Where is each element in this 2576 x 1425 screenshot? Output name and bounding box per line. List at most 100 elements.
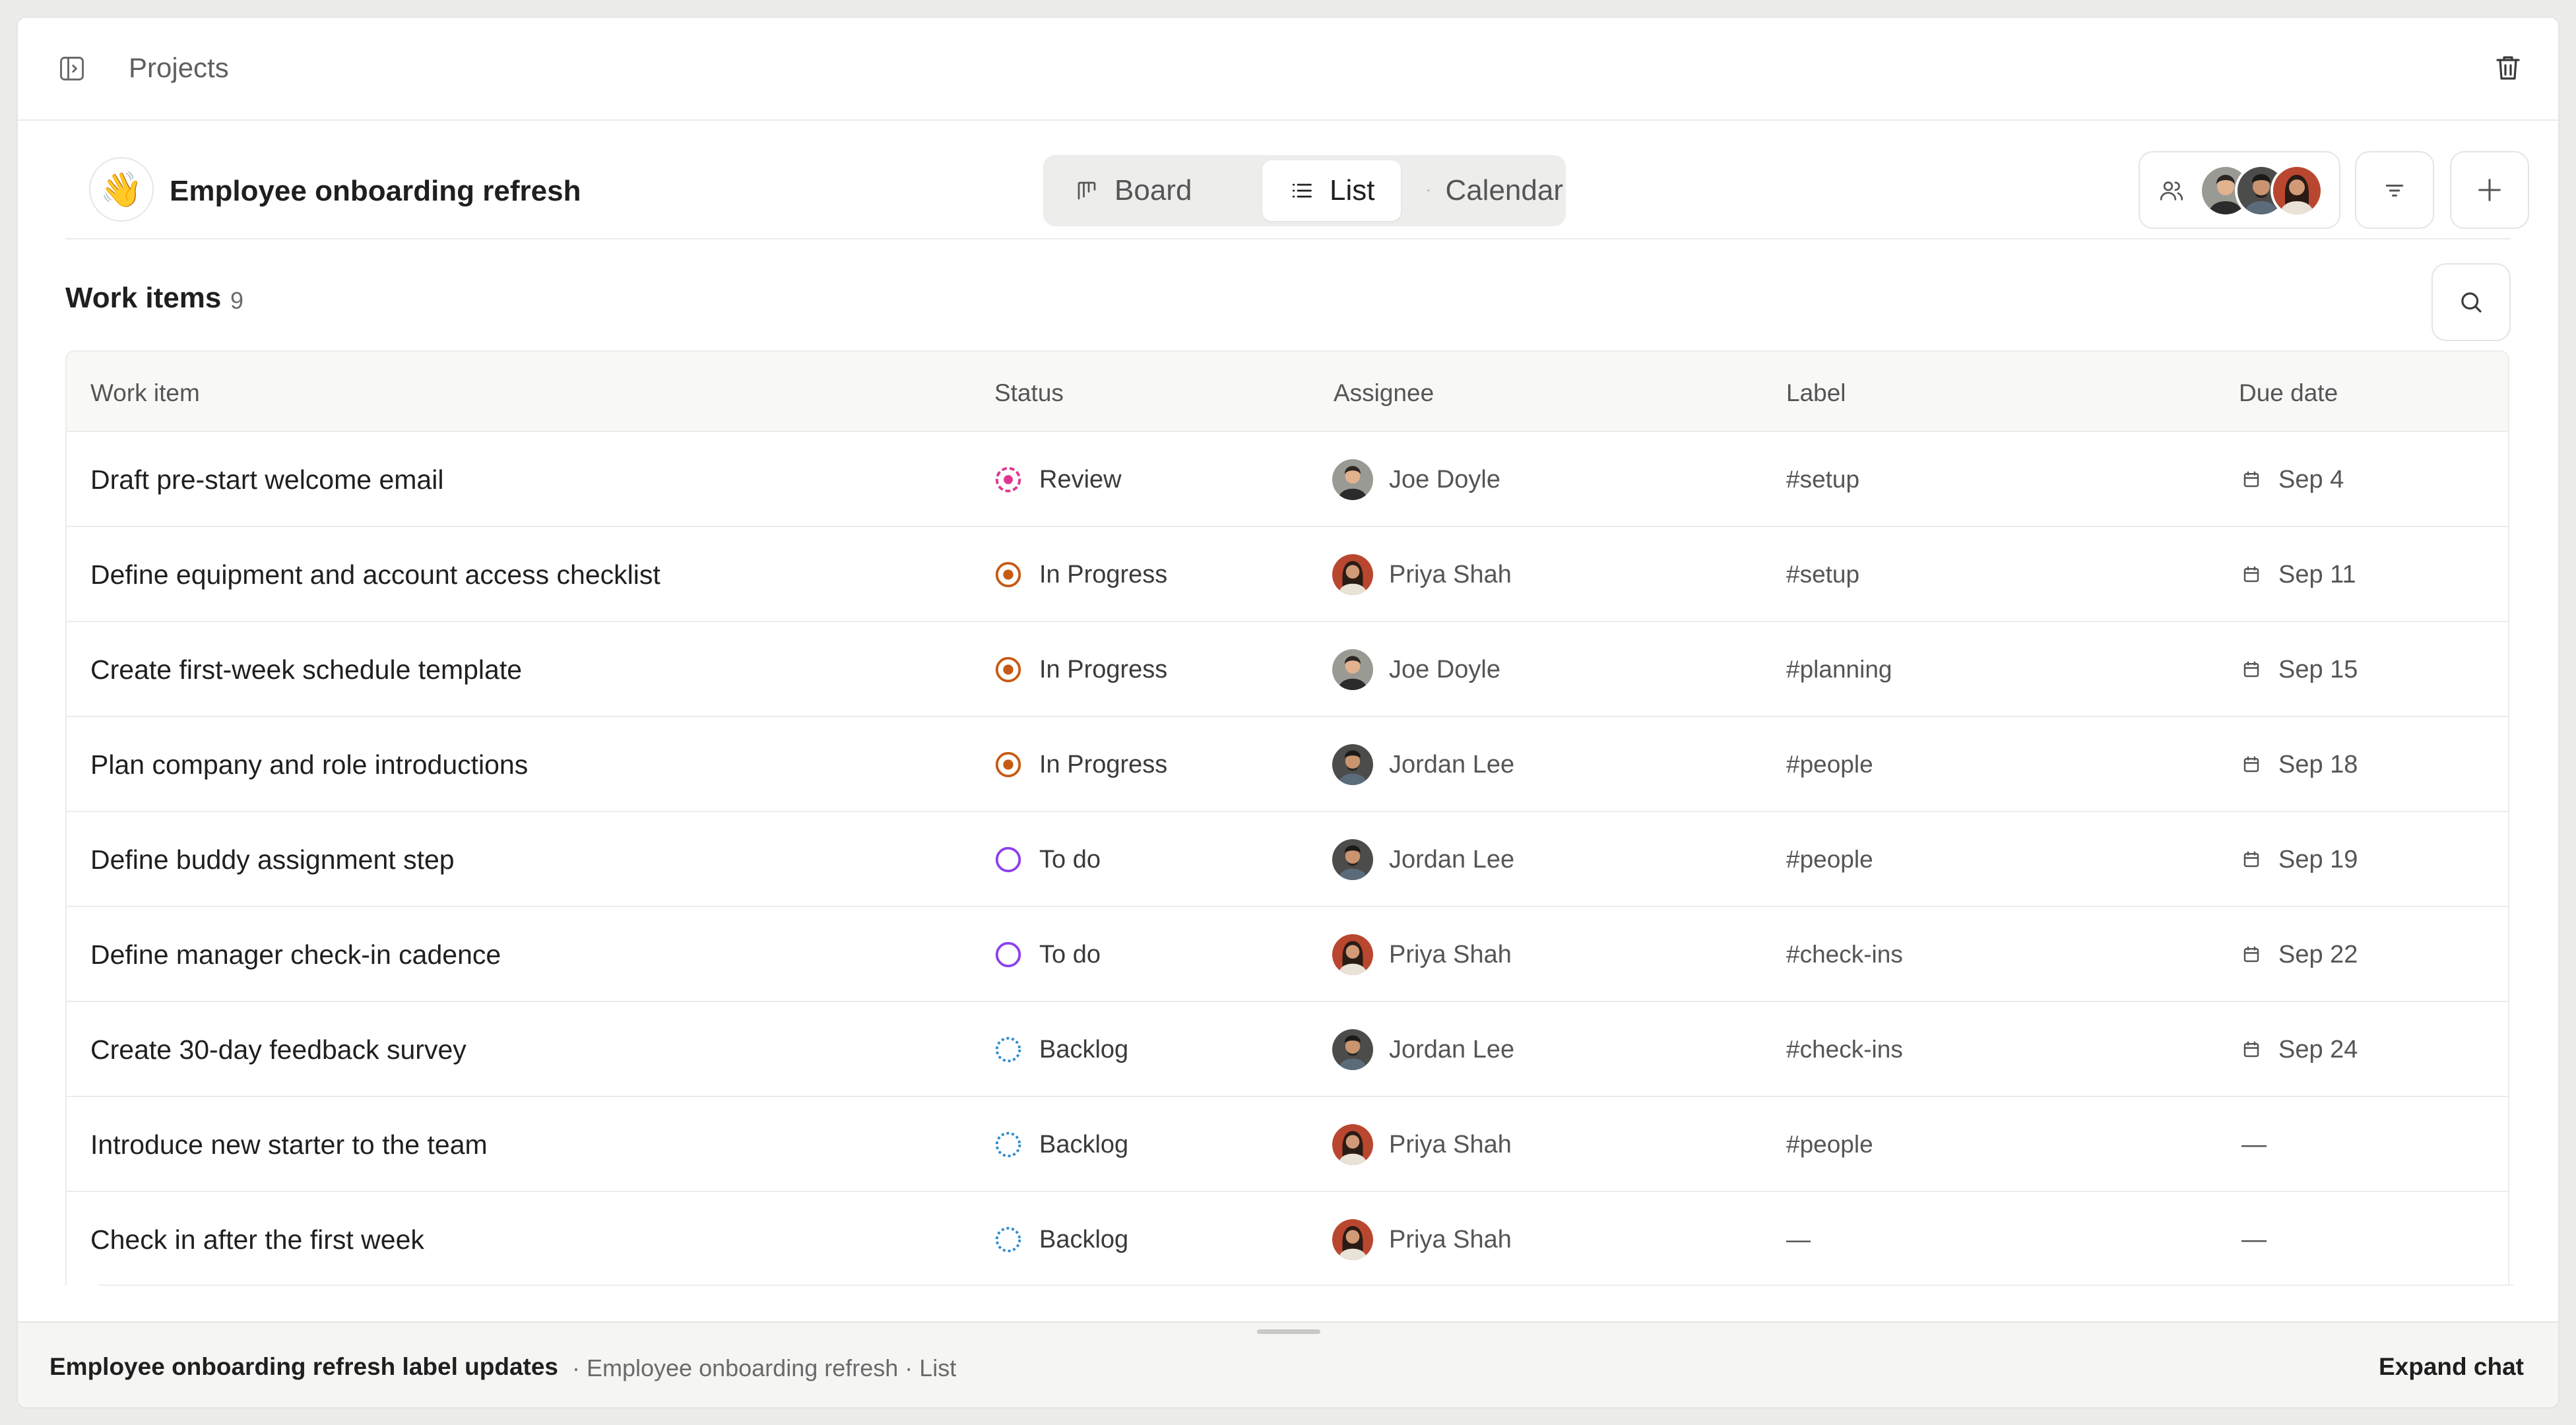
work-item-title[interactable]: Define manager check-in cadence	[90, 907, 501, 1002]
label-cell[interactable]: #setup	[1786, 527, 1859, 622]
col-work-item[interactable]: Work item	[90, 379, 200, 407]
status-cell[interactable]: To do	[993, 812, 1101, 907]
work-item-title[interactable]: Define equipment and account access chec…	[90, 527, 660, 622]
avatar	[1332, 459, 1373, 500]
table-row[interactable]: Define equipment and account access chec…	[67, 527, 2508, 622]
label-text: #check-ins	[1786, 1036, 1903, 1063]
label-text: #people	[1786, 1131, 1873, 1158]
due-date-cell[interactable]: Sep 4	[2241, 432, 2344, 527]
assignee-cell[interactable]: Jordan Lee	[1332, 812, 1514, 907]
chat-title[interactable]: Employee onboarding refresh label update…	[49, 1353, 558, 1381]
assignee-cell[interactable]: Priya Shah	[1332, 527, 1512, 622]
tab-calendar[interactable]: Calendar	[1407, 160, 1563, 221]
tab-list[interactable]: List	[1262, 160, 1401, 221]
status-cell[interactable]: Backlog	[993, 1192, 1128, 1286]
col-label[interactable]: Label	[1786, 379, 1846, 407]
label-cell[interactable]: #people	[1786, 717, 1873, 812]
assignee-cell[interactable]: Priya Shah	[1332, 907, 1512, 1002]
table-row[interactable]: Create first-week schedule template In Pr…	[67, 622, 2508, 717]
assignee-cell[interactable]: Joe Doyle	[1332, 622, 1500, 717]
status-cell[interactable]: In Progress	[993, 717, 1167, 812]
work-item-title[interactable]: Create 30-day feedback survey	[90, 1002, 467, 1097]
members-button[interactable]	[2139, 151, 2340, 229]
add-button[interactable]	[2450, 151, 2529, 229]
label-cell[interactable]: #people	[1786, 812, 1873, 907]
assignee-name: Priya Shah	[1389, 940, 1512, 968]
chat-bar: Employee onboarding refresh label update…	[18, 1321, 2558, 1407]
divider	[98, 1284, 2513, 1286]
due-date-cell[interactable]: Sep 18	[2241, 717, 2358, 812]
assignee-cell[interactable]: Priya Shah	[1332, 1097, 1512, 1192]
avatar	[1332, 1029, 1373, 1070]
status-text: In Progress	[1039, 560, 1168, 588]
status-icon	[993, 1034, 1039, 1065]
table-row[interactable]: Plan company and role introductions In Pr…	[67, 717, 2508, 812]
due-date-cell[interactable]: Sep 15	[2241, 622, 2358, 717]
label-cell[interactable]: #planning	[1786, 622, 1892, 717]
trash-icon[interactable]	[2492, 52, 2524, 84]
label-cell[interactable]: #check-ins	[1786, 907, 1903, 1002]
avatar	[1332, 554, 1373, 595]
label-cell[interactable]: #setup	[1786, 432, 1859, 527]
work-item-title[interactable]: Create first-week schedule template	[90, 622, 522, 717]
work-item-title[interactable]: Introduce new starter to the team	[90, 1097, 488, 1192]
people-icon	[2158, 177, 2185, 207]
col-assignee[interactable]: Assignee	[1334, 379, 1434, 407]
status-cell[interactable]: Review	[993, 432, 1122, 527]
due-date-cell[interactable]: —	[2241, 1097, 2267, 1192]
filter-icon	[2385, 184, 2404, 197]
table-row[interactable]: Draft pre-start welcome email Review Joe D…	[67, 432, 2508, 527]
due-date-text: Sep 19	[2278, 845, 2358, 873]
search-button[interactable]	[2431, 263, 2511, 341]
due-date-cell[interactable]: Sep 24	[2241, 1002, 2358, 1097]
due-date-cell[interactable]: Sep 19	[2241, 812, 2358, 907]
assignee-cell[interactable]: Priya Shah	[1332, 1192, 1512, 1286]
table-row[interactable]: Define manager check-in cadence To do Priy…	[67, 907, 2508, 1002]
work-item-title[interactable]: Plan company and role introductions	[90, 717, 528, 812]
work-item-title[interactable]: Draft pre-start welcome email	[90, 432, 443, 527]
table-row[interactable]: Define buddy assignment step To do Jordan …	[67, 812, 2508, 907]
resize-handle[interactable]	[1257, 1329, 1320, 1334]
due-date-cell[interactable]: Sep 11	[2241, 527, 2356, 622]
assignee-name: Jordan Lee	[1389, 1035, 1515, 1063]
item-count: 9	[230, 287, 244, 314]
label-text: #setup	[1786, 466, 1860, 493]
sidebar-toggle-icon[interactable]	[57, 54, 86, 83]
table-row[interactable]: Create 30-day feedback survey Backlog Jord…	[67, 1002, 2508, 1097]
work-item-title[interactable]: Define buddy assignment step	[90, 812, 455, 907]
project-emoji[interactable]: 👋	[89, 157, 154, 222]
assignee-cell[interactable]: Joe Doyle	[1332, 432, 1500, 527]
label-cell[interactable]: —	[1786, 1192, 1811, 1286]
col-due-date[interactable]: Due date	[2239, 379, 2338, 407]
expand-chat-button[interactable]: Expand chat	[2379, 1353, 2524, 1381]
work-items-header: Work items 9	[65, 241, 2511, 353]
due-date-cell[interactable]: —	[2241, 1192, 2267, 1286]
assignee-cell[interactable]: Jordan Lee	[1332, 1002, 1514, 1097]
filter-button[interactable]	[2355, 151, 2434, 229]
status-icon	[993, 464, 1039, 495]
table-row[interactable]: Introduce new starter to the team Backlog…	[67, 1097, 2508, 1192]
label-cell[interactable]: #check-ins	[1786, 1002, 1903, 1097]
board-icon	[1078, 181, 1096, 200]
due-date-text: Sep 15	[2278, 655, 2358, 683]
tab-board[interactable]: Board	[1060, 160, 1229, 221]
work-item-title-text: Draft pre-start welcome email	[90, 464, 444, 495]
status-cell[interactable]: To do	[993, 907, 1101, 1002]
due-date-cell[interactable]: Sep 22	[2241, 907, 2358, 1002]
status-text: To do	[1039, 845, 1101, 873]
status-cell[interactable]: In Progress	[993, 527, 1167, 622]
view-switcher: Board List Calendar	[1043, 155, 1566, 226]
calendar-icon	[2241, 565, 2278, 585]
table-row[interactable]: Check in after the first week Backlog Priy…	[67, 1192, 2508, 1286]
status-cell[interactable]: Backlog	[993, 1002, 1128, 1097]
status-cell[interactable]: In Progress	[993, 622, 1167, 717]
label-cell[interactable]: #people	[1786, 1097, 1873, 1192]
assignee-cell[interactable]: Jordan Lee	[1332, 717, 1514, 812]
calendar-icon	[2241, 1040, 2278, 1060]
work-item-title[interactable]: Check in after the first week	[90, 1192, 424, 1286]
status-cell[interactable]: Backlog	[993, 1097, 1128, 1192]
col-status[interactable]: Status	[994, 379, 1064, 407]
chat-path: · Employee onboarding refresh · List	[572, 1354, 957, 1381]
avatar	[2270, 164, 2323, 217]
status-text: To do	[1039, 940, 1101, 968]
